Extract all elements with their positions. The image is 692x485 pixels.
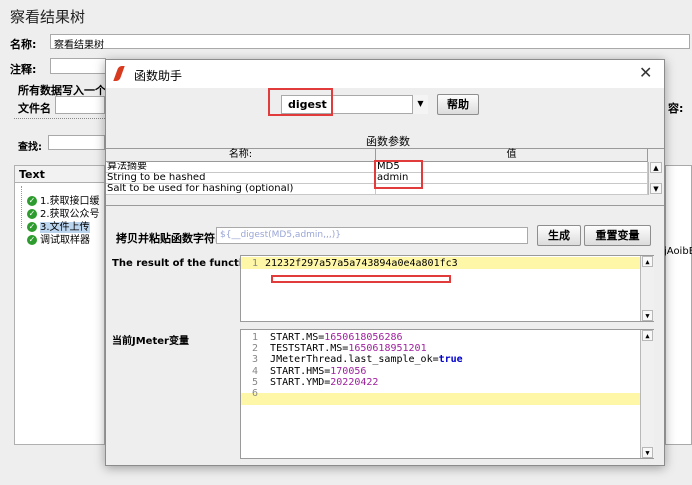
text-column-header: Text [15, 166, 104, 183]
params-title: 函数参数 [366, 135, 410, 148]
right-panel: jAoibB [664, 165, 692, 445]
line-number: 1 [251, 258, 258, 269]
line-number: 4 [251, 365, 258, 377]
variables-scrollbar[interactable]: ▲ ▼ [640, 330, 654, 458]
scroll-up-icon[interactable]: ▲ [642, 330, 653, 341]
copy-label: 拷贝并粘贴函数字符串 [116, 232, 226, 245]
line-number: 2 [251, 343, 258, 355]
name-value: 察看结果树 [54, 40, 104, 51]
scroll-up-icon[interactable]: ▲ [650, 162, 662, 173]
chevron-down-icon[interactable]: ▼ [412, 95, 428, 114]
variables-lines: 1 START.MS=1650618056286 2 TESTSTART.MS=… [244, 332, 638, 399]
var-value: true [438, 354, 463, 366]
highlight-box [271, 275, 451, 283]
content-label: 容: [668, 102, 684, 115]
generate-button[interactable]: 生成 [537, 225, 581, 246]
line-number: 3 [251, 354, 258, 366]
table-header-name: 名称: [106, 149, 376, 162]
var-value: 170056 [330, 365, 367, 377]
var-value: 20220422 [330, 376, 379, 388]
comment-label: 注释: [10, 63, 37, 76]
result-tree-panel: Text ✓ 1.获取接口缓 ✓ 2.获取公众号 ✓ 3.文件上传 ✓ 调试取样器 [14, 165, 105, 445]
code-line: 5 START.YMD=20220422 [244, 377, 638, 388]
filename-field[interactable] [55, 96, 105, 114]
dialog-title: 函数助手 [134, 69, 183, 83]
help-button[interactable]: 帮助 [437, 94, 479, 115]
scroll-up-icon[interactable]: ▲ [642, 256, 653, 267]
var-key: TESTSTART.MS= [270, 343, 349, 355]
comment-field[interactable] [50, 58, 106, 74]
right-panel-text: jAoibB [664, 246, 692, 257]
dialog-titlebar[interactable]: 函数助手 ✕ [106, 60, 664, 88]
result-value: 21232f297a57a5a743894a0e4a801fc3 [265, 258, 458, 269]
result-scrollbar[interactable]: ▲ ▼ [640, 256, 654, 321]
code-line: 4 START.HMS=170056 [244, 366, 638, 377]
check-icon: ✓ [27, 235, 37, 245]
var-value: 1650618056286 [324, 332, 403, 343]
search-field[interactable] [48, 135, 105, 150]
function-string-field[interactable]: ${__digest(MD5,admin,,,)} [216, 227, 528, 244]
line-number: 1 [251, 332, 258, 343]
divider [14, 118, 105, 121]
var-key: JMeterThread.last_sample_ok= [270, 354, 439, 366]
tree-item-label: 调试取样器 [40, 235, 90, 246]
line-number: 6 [251, 387, 258, 399]
highlight-box [374, 160, 423, 189]
scroll-down-icon[interactable]: ▼ [642, 447, 653, 458]
var-key: START.MS= [270, 332, 325, 343]
result-editor[interactable]: 1 21232f297a57a5a743894a0e4a801fc3 ▲ ▼ [240, 255, 654, 322]
function-helper-dialog: 函数助手 ✕ digest ▼ 帮助 函数参数 名称: 值 算法摘要 MD5 S… [105, 59, 665, 466]
code-line: 6 [244, 388, 638, 399]
var-value: 1650618951201 [348, 343, 427, 355]
page-title: 察看结果树 [10, 8, 86, 26]
var-key: START.YMD= [270, 376, 331, 388]
code-line: 2 TESTSTART.MS=1650618951201 [244, 343, 638, 354]
params-table: 名称: 值 算法摘要 MD5 String to be hashed admin… [106, 148, 664, 206]
scroll-down-icon[interactable]: ▼ [650, 183, 662, 194]
function-string: ${__digest(MD5,admin,,,)} [220, 230, 341, 240]
jmeter-feather-icon [113, 66, 125, 81]
line-number: 5 [251, 376, 258, 388]
table-cell-name: Salt to be used for hashing (optional) [106, 184, 376, 195]
highlight-box [268, 88, 333, 116]
table-scrollbar[interactable]: ▲ ▼ [648, 162, 663, 195]
scroll-down-icon[interactable]: ▼ [642, 310, 653, 321]
search-label: 查找: [18, 142, 42, 153]
code-line: 3 JMeterThread.last_sample_ok=true [244, 354, 638, 365]
variables-editor[interactable]: 1 START.MS=1650618056286 2 TESTSTART.MS=… [240, 329, 654, 459]
close-icon[interactable]: ✕ [639, 63, 652, 82]
tree-item[interactable]: ✓ 调试取样器 [27, 231, 90, 246]
var-key: START.HMS= [270, 365, 331, 377]
reset-variables-button[interactable]: 重置变量 [584, 225, 651, 246]
vars-label: 当前JMeter变量 [112, 336, 189, 347]
table-cell-name: 算法摘要 [106, 162, 376, 173]
filename-label: 文件名 [18, 102, 51, 115]
table-cell-name: String to be hashed [106, 173, 376, 184]
name-label: 名称: [10, 38, 37, 51]
name-field[interactable]: 察看结果树 [50, 34, 690, 51]
code-line: 1 START.MS=1650618056286 [244, 332, 638, 343]
tree-guide [21, 186, 22, 228]
